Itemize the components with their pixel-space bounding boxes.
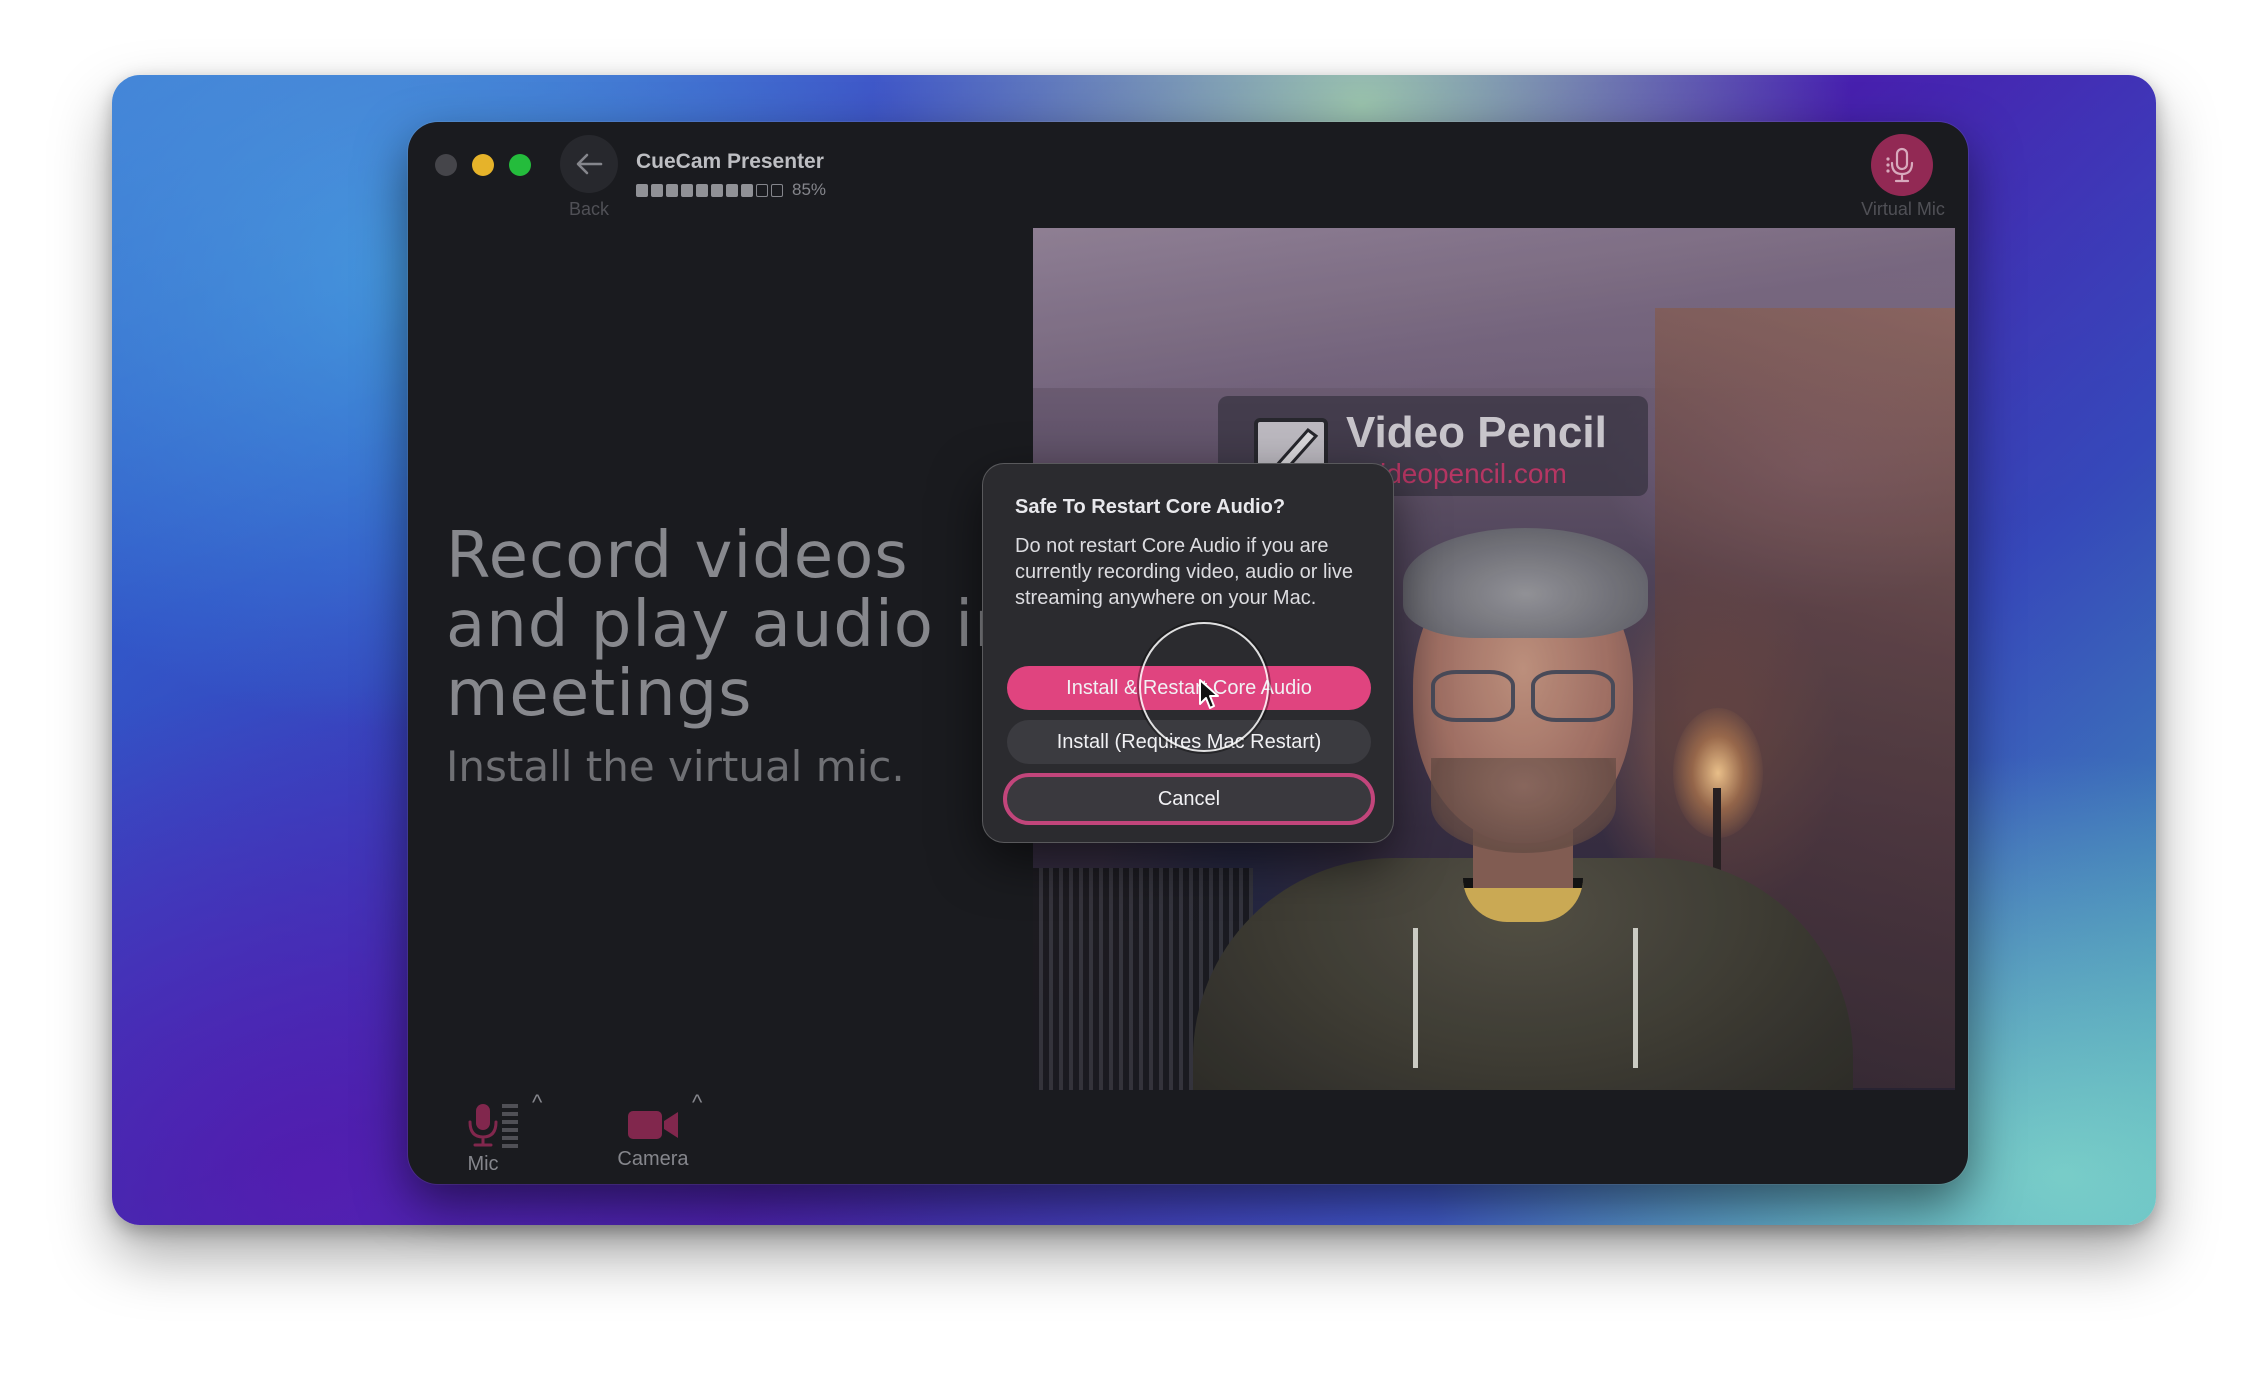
mouse-pointer-icon	[1199, 679, 1219, 709]
dialog-message: Do not restart Core Audio if you are cur…	[1015, 535, 1353, 609]
cancel-button[interactable]: Cancel	[1003, 773, 1375, 825]
dialog-title: Safe To Restart Core Audio?	[1015, 496, 1286, 518]
